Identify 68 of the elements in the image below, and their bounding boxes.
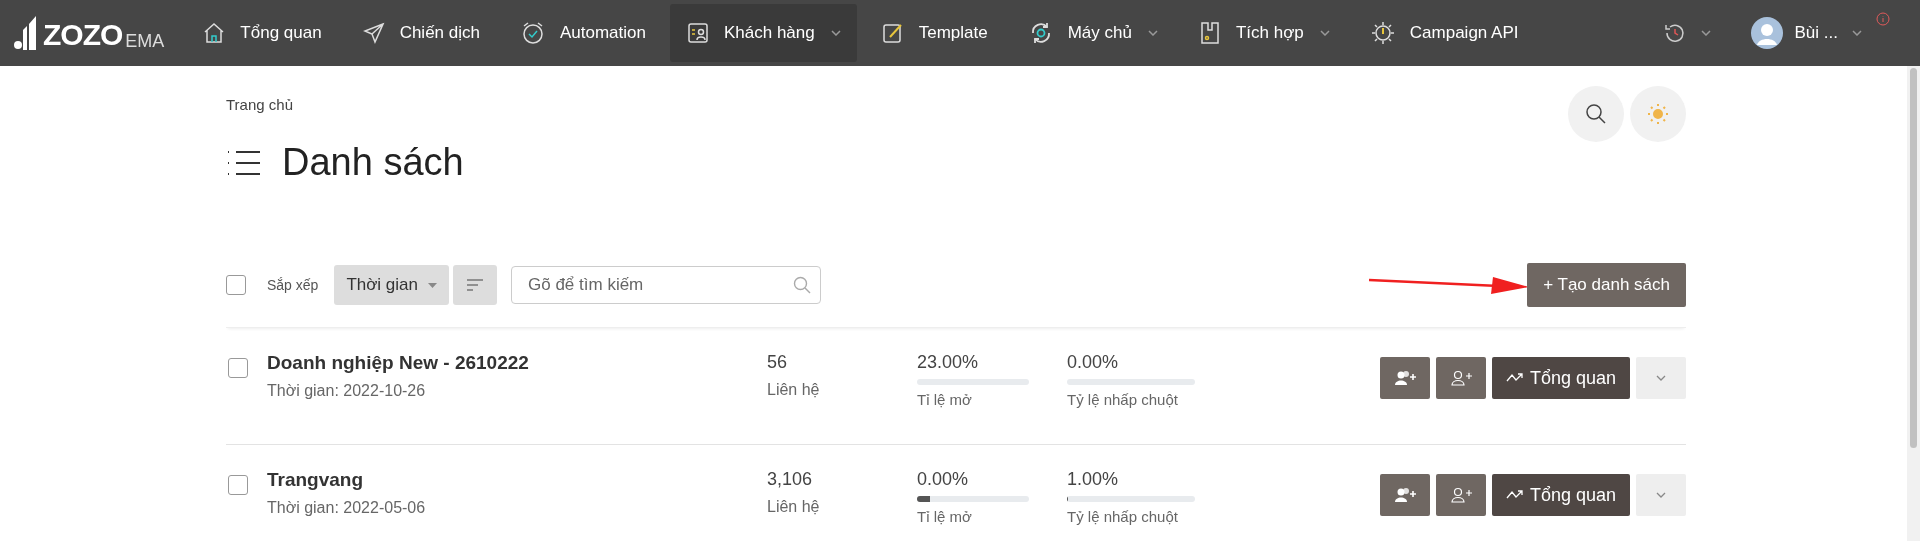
theme-toggle-button[interactable] <box>1630 86 1686 142</box>
users-plus-icon <box>1393 487 1416 503</box>
user-menu[interactable]: Bùi ... <box>1744 16 1868 50</box>
list-name[interactable]: Trangvang <box>267 469 364 491</box>
nav-item[interactable]: Chiến dịch <box>345 4 496 62</box>
paper-plane-icon <box>361 21 386 45</box>
overview-button[interactable]: Tổng quan <box>1491 357 1630 399</box>
gear-icon <box>1369 20 1396 46</box>
contact-count-label: Liên hệ <box>767 381 821 399</box>
users-plus-icon <box>1393 370 1416 386</box>
breadcrumb[interactable]: Trang chủ <box>226 96 293 113</box>
sun-icon <box>1647 103 1669 125</box>
row-checkbox[interactable] <box>228 358 248 378</box>
caret-icon <box>1700 30 1711 36</box>
list-icon <box>226 148 262 177</box>
open-rate-label: Tỉ lệ mở <box>917 508 973 525</box>
caret-icon <box>1656 375 1666 381</box>
click-rate-value: 0.00% <box>1067 352 1120 373</box>
list-date: Thời gian: 2022-05-06 <box>267 499 427 517</box>
search-button[interactable] <box>1568 86 1624 142</box>
trend-chart-icon <box>1505 372 1524 384</box>
nav-item[interactable]: Automation <box>503 4 662 62</box>
logo-suffix: EMA <box>125 32 165 50</box>
contact-count: 3,106 <box>767 469 814 490</box>
user-plus-icon <box>1449 370 1472 386</box>
user-plus-icon <box>1449 487 1472 503</box>
search-icon <box>1585 103 1607 125</box>
open-rate-label: Tỉ lệ mở <box>917 391 973 408</box>
add-contact-button[interactable] <box>1435 474 1486 516</box>
sort-lines-icon <box>466 278 484 292</box>
logo-text: ZOZO <box>43 20 123 50</box>
click-rate-label: Tỷ lệ nhấp chuột <box>1067 391 1179 408</box>
search-field[interactable]: Gõ để tìm kiếm <box>511 266 821 304</box>
nav-item[interactable]: Tổng quan <box>186 4 338 62</box>
contact-card-icon <box>685 21 710 45</box>
scrollbar[interactable] <box>1907 66 1920 541</box>
click-rate-label: Tỷ lệ nhấp chuột <box>1067 508 1179 525</box>
sort-label: Sắp xếp <box>267 277 319 293</box>
contact-count: 56 <box>767 352 789 373</box>
caret-icon <box>1656 492 1666 498</box>
select-all-checkbox[interactable] <box>226 275 246 295</box>
logo[interactable]: ZOZO EMA <box>14 16 165 50</box>
pencil-square-icon <box>880 21 905 45</box>
dropdown-triangle-icon <box>428 282 437 288</box>
add-contacts-button[interactable] <box>1379 474 1430 516</box>
nav-item[interactable]: Máy chủ <box>1011 4 1174 62</box>
add-contact-button[interactable] <box>1435 357 1486 399</box>
search-icon <box>793 276 811 294</box>
avatar-icon <box>1750 17 1783 49</box>
open-rate-value: 23.00% <box>917 352 980 373</box>
create-list-button[interactable]: + Tạo danh sách <box>1527 263 1686 307</box>
sort-dropdown[interactable]: Thời gian <box>334 265 449 305</box>
row-checkbox[interactable] <box>228 475 248 495</box>
trend-chart-icon <box>1505 489 1524 501</box>
overview-button[interactable]: Tổng quan <box>1491 474 1630 516</box>
contact-count-label: Liên hệ <box>767 498 821 516</box>
open-rate-value: 0.00% <box>917 469 970 490</box>
nav-item[interactable]: Template <box>864 4 1004 62</box>
page-title: Danh sách <box>282 141 464 184</box>
nav-item[interactable]: Tích hợp <box>1181 4 1346 62</box>
nav-item[interactable]: Khách hàng <box>669 4 857 62</box>
click-rate-value: 1.00% <box>1067 469 1120 490</box>
add-contacts-button[interactable] <box>1379 357 1430 399</box>
list-date: Thời gian: 2022-10-26 <box>267 382 427 400</box>
caret-icon <box>1852 30 1862 36</box>
nav-item[interactable]: Campaign API <box>1353 4 1535 62</box>
list-name[interactable]: Doanh nghiệp New - 2610222 <box>267 352 529 374</box>
sort-order-button[interactable] <box>453 265 497 305</box>
